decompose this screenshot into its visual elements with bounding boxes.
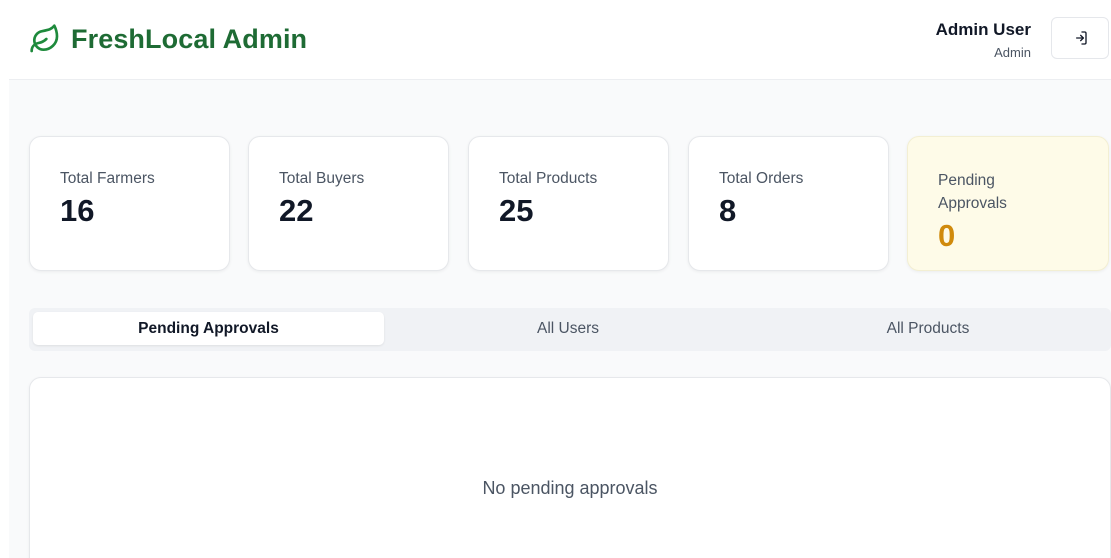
tab-list: Pending Approvals All Users All Products	[29, 308, 1111, 351]
stat-label: Pending Approvals	[938, 172, 1007, 212]
user-name: Admin User	[935, 20, 1031, 39]
stat-card-pending-approvals: Pending Approvals 0	[907, 136, 1109, 271]
brand-title: FreshLocal Admin	[71, 23, 308, 54]
stat-value: 0	[938, 218, 956, 253]
stat-card-total-buyers: Total Buyers 22	[248, 136, 449, 271]
pending-approvals-panel: No pending approvals	[29, 377, 1111, 558]
stat-card-total-farmers: Total Farmers 16	[29, 136, 230, 271]
stat-card-total-orders: Total Orders 8	[688, 136, 889, 271]
user-role: Admin	[994, 45, 1031, 60]
stat-label: Total Buyers	[279, 170, 365, 187]
logout-icon	[1072, 30, 1088, 46]
stat-value: 16	[60, 193, 95, 228]
tab-pending-approvals[interactable]: Pending Approvals	[33, 312, 384, 345]
tab-all-users[interactable]: All Users	[392, 312, 744, 345]
stat-value: 25	[499, 193, 534, 228]
tab-all-products[interactable]: All Products	[752, 312, 1104, 345]
stat-card-total-products: Total Products 25	[468, 136, 669, 271]
stat-label: Total Orders	[719, 170, 804, 187]
stat-label: Total Farmers	[60, 170, 155, 187]
stat-label: Total Products	[499, 170, 598, 187]
left-edge	[0, 0, 9, 558]
brand[interactable]: FreshLocal Admin	[29, 21, 307, 57]
user-info: Admin User Admin	[936, 20, 1031, 61]
logout-button[interactable]	[1051, 17, 1109, 59]
leaf-icon	[29, 23, 61, 55]
empty-state-message: No pending approvals	[482, 478, 658, 498]
stat-value: 22	[279, 193, 314, 228]
stat-value: 8	[719, 193, 737, 228]
app-header: FreshLocal Admin Admin User Admin	[9, 0, 1111, 80]
